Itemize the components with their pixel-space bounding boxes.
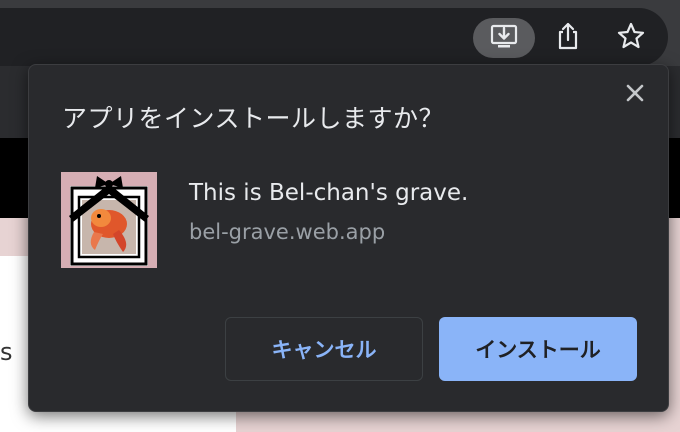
app-icon [61, 172, 157, 268]
bookmark-button[interactable] [611, 18, 651, 58]
install-app-dialog: アプリをインストールしますか？ This is Bel-chan's grave… [28, 64, 669, 412]
app-name: This is Bel-chan's grave. [189, 180, 469, 206]
app-url: bel-grave.web.app [189, 220, 386, 244]
install-app-icon [489, 21, 519, 55]
window-top-strip [0, 0, 680, 8]
page-text-fragment: s [0, 338, 13, 366]
share-button[interactable] [548, 18, 588, 58]
cancel-button[interactable]: キャンセル [225, 317, 423, 381]
star-icon [616, 21, 646, 55]
toolbar [0, 8, 680, 66]
install-app-button[interactable] [473, 18, 535, 58]
close-icon [625, 83, 645, 107]
dialog-title: アプリをインストールしますか？ [62, 104, 445, 133]
install-button[interactable]: インストール [439, 317, 637, 381]
share-icon [555, 21, 581, 55]
close-button[interactable] [621, 81, 649, 109]
